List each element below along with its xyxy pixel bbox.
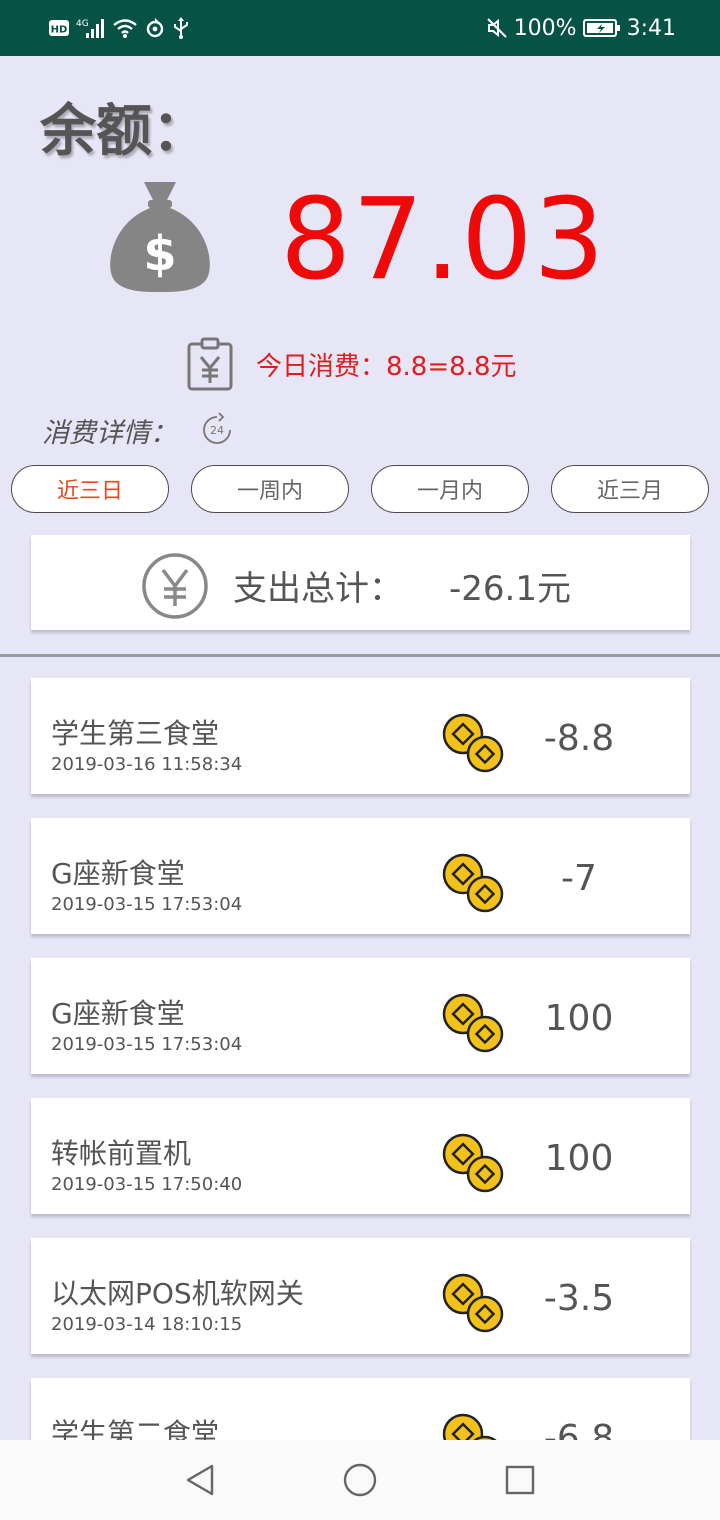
transaction-item[interactable]: G座新食堂 2019-03-15 17:53:04 -7: [31, 818, 690, 934]
divider: [0, 654, 720, 657]
today-spending-text: 今日消费：8.8=8.8元: [256, 351, 517, 382]
usb-icon: [172, 16, 190, 40]
transaction-amount: -3.5: [543, 1278, 615, 1319]
back-triangle-icon[interactable]: [180, 1460, 220, 1500]
signal-4g-icon: 4G: [76, 17, 106, 39]
transaction-name: 以太网POS机软网关: [51, 1277, 304, 1310]
transaction-amount: -6.8: [543, 1418, 615, 1440]
network-type-text: 4G: [76, 19, 89, 29]
detail-label: 消费详情：: [42, 417, 177, 449]
transaction-name: 转帐前置机: [51, 1137, 192, 1170]
hd-icon: HD: [48, 19, 70, 37]
coins-icon: [442, 1273, 504, 1333]
coins-icon: [442, 713, 504, 773]
summary-label: 支出总计：: [233, 569, 403, 609]
coins-icon: [442, 1413, 497, 1440]
coins-icon: [442, 1133, 504, 1193]
wifi-icon: [112, 17, 138, 39]
balance-amount: 87.03: [280, 175, 606, 305]
transaction-time: 2019-03-15 17:50:40: [51, 1174, 243, 1195]
battery-percent: 100%: [513, 15, 577, 41]
yen-circle-icon: [142, 553, 208, 619]
receipt-yen-icon: [187, 337, 233, 391]
coins-icon: [442, 993, 504, 1053]
filter-one-month[interactable]: 一月内: [371, 465, 529, 513]
transaction-time: 2019-03-15 17:53:04: [51, 894, 243, 915]
transaction-name: 学生第二食堂: [51, 1417, 220, 1440]
status-bar: HD 4G 100% 3:41: [0, 0, 720, 56]
transaction-amount: -8.8: [543, 718, 615, 759]
coins-icon: [442, 853, 504, 913]
clock-24-text: 24: [210, 424, 224, 437]
clock-24-icon[interactable]: 24: [199, 412, 235, 448]
transaction-item[interactable]: 学生第二食堂 -6.8: [31, 1378, 690, 1440]
money-bag-icon: $: [110, 182, 210, 292]
recents-square-icon[interactable]: [500, 1460, 540, 1500]
home-circle-icon[interactable]: [340, 1460, 380, 1500]
hd-text: HD: [51, 25, 68, 36]
transaction-item[interactable]: 以太网POS机软网关 2019-03-14 18:10:15 -3.5: [31, 1238, 690, 1354]
today-spending-row: 今日消费：8.8=8.8元: [186, 336, 516, 392]
navigation-bar: [0, 1440, 720, 1520]
transaction-name: 学生第三食堂: [51, 717, 220, 750]
transaction-time: 2019-03-16 11:58:34: [51, 754, 243, 775]
summary-card: 支出总计： -26.1元: [31, 535, 690, 630]
transaction-item[interactable]: 学生第三食堂 2019-03-16 11:58:34 -8.8: [31, 678, 690, 794]
transaction-time: 2019-03-14 18:10:15: [51, 1314, 243, 1335]
battery-icon: [582, 18, 621, 38]
transaction-amount: 100: [544, 998, 614, 1039]
detail-row: 消费详情： 24: [42, 410, 235, 450]
transaction-amount: 100: [544, 1138, 614, 1179]
filter-three-days[interactable]: 近三日: [11, 465, 169, 513]
svg-text:$: $: [143, 226, 176, 282]
transaction-item[interactable]: G座新食堂 2019-03-15 17:53:04 100: [31, 958, 690, 1074]
status-bar-right: 100% 3:41: [486, 14, 676, 42]
filter-three-months[interactable]: 近三月: [551, 465, 709, 513]
transaction-amount: -7: [561, 858, 597, 899]
transaction-name: G座新食堂: [51, 857, 185, 890]
mute-icon: [486, 17, 508, 39]
transaction-list[interactable]: 学生第三食堂 2019-03-16 11:58:34 -8.8 G座新食堂 20…: [0, 678, 720, 1440]
summary-value: -26.1元: [449, 569, 571, 609]
transaction-name: G座新食堂: [51, 997, 185, 1030]
status-bar-left: HD 4G: [48, 14, 190, 42]
balance-label: 余额：: [40, 99, 208, 164]
sync-icon: [144, 17, 166, 39]
clock-time: 3:41: [626, 15, 676, 41]
transaction-time: 2019-03-15 17:53:04: [51, 1034, 243, 1055]
transaction-item[interactable]: 转帐前置机 2019-03-15 17:50:40 100: [31, 1098, 690, 1214]
filter-one-week[interactable]: 一周内: [191, 465, 349, 513]
